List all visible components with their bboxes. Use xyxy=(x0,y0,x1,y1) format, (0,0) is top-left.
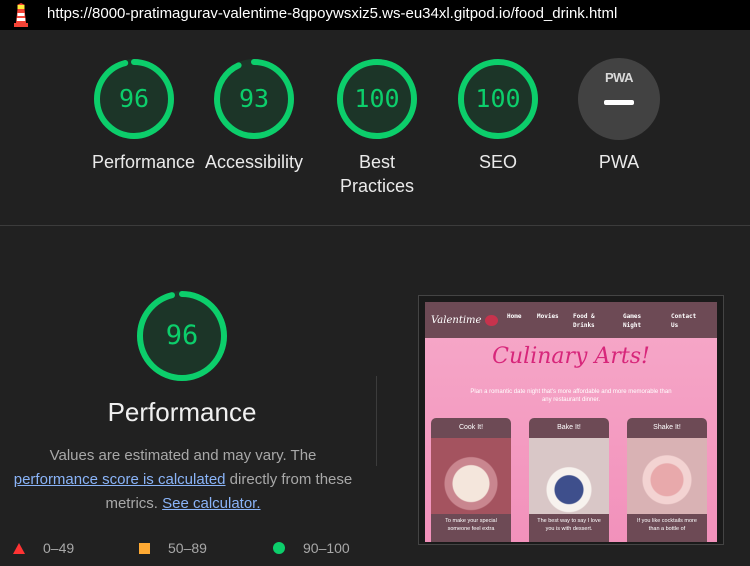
triangle-icon xyxy=(13,542,25,554)
square-icon xyxy=(139,542,150,554)
accessibility-gauge: 93 xyxy=(213,58,295,140)
pwa-label: PWA xyxy=(598,152,640,172)
see-calculator-link[interactable]: See calculator. xyxy=(162,495,260,512)
best-practices-label: Best Practices xyxy=(339,152,415,196)
performance-detail-score: 96 xyxy=(165,320,199,351)
card-text: The best way to say I love you is with d… xyxy=(537,518,601,532)
lighthouse-logo-icon xyxy=(14,3,28,27)
performance-label: Performance xyxy=(92,152,196,172)
legend-fail: 0–49 xyxy=(13,540,74,556)
seo-label: SEO xyxy=(478,152,517,172)
seo-score: 100 xyxy=(475,84,521,113)
site-card-bake: Bake It! The best way to say I love you … xyxy=(529,418,609,542)
section-divider xyxy=(0,225,750,226)
card-image xyxy=(529,438,609,514)
site-title: Culinary Arts! xyxy=(492,344,650,369)
pwa-badge: PWA xyxy=(578,58,660,140)
heart-logo-icon xyxy=(485,315,498,326)
site-brand: Valentime xyxy=(431,315,482,326)
legend-pass-range: 90–100 xyxy=(303,540,350,556)
performance-gauge: 96 xyxy=(93,58,175,140)
site-navbar: Valentime Home Movies Food & Drinks Game… xyxy=(425,302,717,338)
site-nav-games: Games Night xyxy=(623,313,642,329)
pwa-badge-text: PWA xyxy=(604,70,634,85)
score-pwa[interactable]: PWA PWA xyxy=(577,58,661,174)
description-text-1: Values are estimated and may vary. The xyxy=(49,447,317,464)
vertical-separator xyxy=(376,376,377,466)
card-image xyxy=(431,438,511,514)
performance-score-calculated-link[interactable]: performance score is calculated xyxy=(14,471,226,488)
legend-pass: 90–100 xyxy=(273,540,350,556)
card-title: Shake It! xyxy=(653,424,681,431)
best-practices-score: 100 xyxy=(354,84,400,113)
legend-average-range: 50–89 xyxy=(168,540,207,556)
top-bar: https://8000-pratimagurav-valentime-8qpo… xyxy=(0,0,750,30)
seo-gauge: 100 xyxy=(457,58,539,140)
performance-score: 96 xyxy=(118,84,150,113)
card-title: Cook It! xyxy=(458,424,484,431)
performance-detail-gauge: 96 xyxy=(136,290,228,382)
site-nav-contact: Contact Us xyxy=(671,313,697,329)
legend-fail-range: 0–49 xyxy=(43,540,75,556)
score-accessibility[interactable]: 93 Accessibility xyxy=(200,58,308,174)
site-card-cook: Cook It! To make your special someone fe… xyxy=(431,418,511,542)
score-seo[interactable]: 100 SEO xyxy=(456,58,540,174)
site-preview: Valentime Home Movies Food & Drinks Game… xyxy=(425,302,717,542)
site-nav-movies: Movies xyxy=(537,313,559,320)
card-title: Bake It! xyxy=(557,424,581,431)
card-text: If you like cocktails more than a bottle… xyxy=(637,518,697,532)
performance-description: Values are estimated and may vary. The p… xyxy=(8,444,358,516)
accessibility-score: 93 xyxy=(238,84,270,113)
site-nav-home: Home xyxy=(507,313,522,320)
site-subtitle: Plan a romantic date night that's more a… xyxy=(470,389,672,403)
score-best-practices[interactable]: 100 Best Practices xyxy=(335,58,419,198)
site-nav-food: Food & Drinks xyxy=(573,313,595,329)
site-card-shake: Shake It! If you like cocktails more tha… xyxy=(627,418,707,542)
page-screenshot-thumbnail[interactable]: Valentime Home Movies Food & Drinks Game… xyxy=(418,295,724,545)
pwa-dash-icon xyxy=(604,100,634,105)
accessibility-label: Accessibility xyxy=(204,152,304,172)
circle-icon xyxy=(273,542,285,554)
card-text: To make your special someone feel extra xyxy=(445,518,497,532)
best-practices-gauge: 100 xyxy=(336,58,418,140)
card-image xyxy=(627,438,707,514)
report-url[interactable]: https://8000-pratimagurav-valentime-8qpo… xyxy=(47,5,617,22)
legend-average: 50–89 xyxy=(139,540,207,556)
score-performance[interactable]: 96 Performance xyxy=(92,58,196,174)
performance-detail-title: Performance xyxy=(107,397,257,427)
